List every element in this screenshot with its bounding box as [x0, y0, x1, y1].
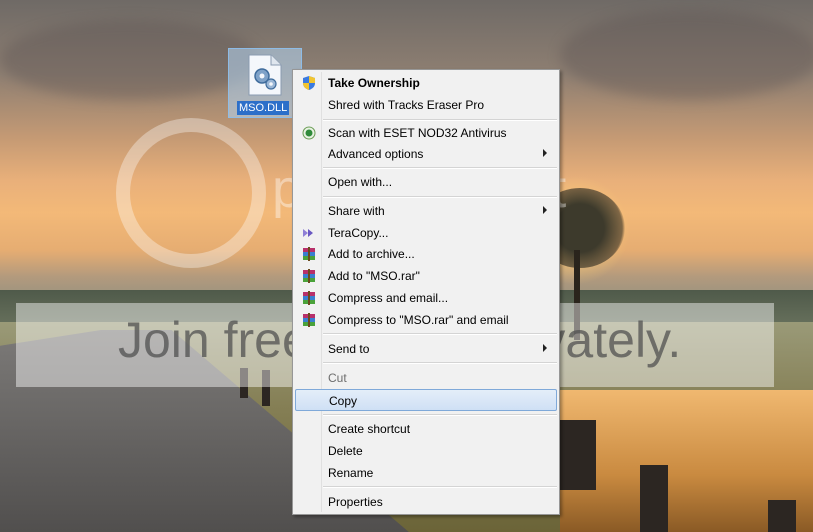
- menu-item-shred[interactable]: Shred with Tracks Eraser Pro: [295, 94, 557, 116]
- winrar-icon: [303, 247, 315, 261]
- menu-separator: [323, 167, 557, 169]
- menu-item-scan-eset[interactable]: Scan with ESET NOD32 Antivirus: [295, 122, 557, 144]
- fence-post: [768, 500, 796, 532]
- submenu-arrow-icon: [543, 149, 547, 157]
- context-menu: Take Ownership Shred with Tracks Eraser …: [292, 69, 560, 515]
- menu-separator: [323, 486, 557, 488]
- winrar-icon: [303, 313, 315, 327]
- menu-item-copy[interactable]: Copy: [295, 389, 557, 411]
- menu-item-add-to-archive[interactable]: Add to archive...: [295, 243, 557, 265]
- menu-separator: [323, 333, 557, 335]
- menu-separator: [323, 362, 557, 364]
- menu-item-send-to[interactable]: Send to: [295, 338, 557, 360]
- menu-separator: [323, 196, 557, 198]
- fence-post: [640, 465, 668, 532]
- desktop-file-icon[interactable]: MSO.DLL: [228, 48, 302, 118]
- cloud: [560, 10, 813, 100]
- menu-item-add-to-mso-rar[interactable]: Add to "MSO.rar": [295, 265, 557, 287]
- menu-item-compress-and-email[interactable]: Compress and email...: [295, 287, 557, 309]
- menu-item-open-with[interactable]: Open with...: [295, 171, 557, 193]
- file-name-label: MSO.DLL: [237, 101, 290, 115]
- menu-item-cut: Cut: [328, 371, 347, 385]
- menu-item-rename[interactable]: Rename: [295, 462, 557, 484]
- menu-item-create-shortcut[interactable]: Create shortcut: [295, 418, 557, 440]
- cloud: [0, 20, 260, 100]
- menu-item-take-ownership[interactable]: Take Ownership: [295, 72, 557, 94]
- menu-item-share-with[interactable]: Share with: [295, 200, 557, 222]
- menu-item-properties[interactable]: Properties: [295, 491, 557, 513]
- winrar-icon: [303, 291, 315, 305]
- winrar-icon: [303, 269, 315, 283]
- menu-separator: [323, 414, 557, 416]
- menu-item-teracopy[interactable]: TeraCopy...: [295, 222, 557, 244]
- dll-file-icon: [248, 54, 282, 96]
- watermark-logo: [116, 118, 266, 268]
- teracopy-icon: [303, 229, 313, 237]
- fence-post: [560, 420, 596, 490]
- menu-item-advanced-options[interactable]: Advanced options: [295, 143, 557, 165]
- eset-icon: [302, 126, 316, 140]
- menu-item-compress-to-mso-rar-email[interactable]: Compress to "MSO.rar" and email: [295, 309, 557, 331]
- submenu-arrow-icon: [543, 206, 547, 214]
- menu-item-delete[interactable]: Delete: [295, 440, 557, 462]
- menu-separator: [323, 119, 557, 121]
- uac-shield-icon: [303, 76, 315, 90]
- submenu-arrow-icon: [543, 344, 547, 352]
